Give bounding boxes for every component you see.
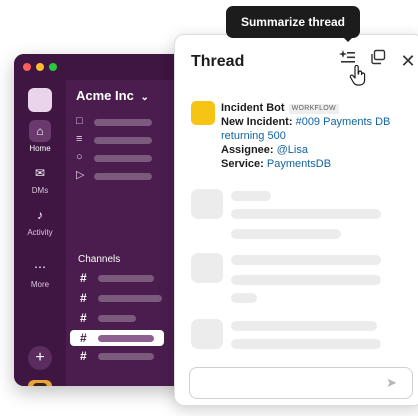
sidebar-item-placeholder (94, 155, 152, 162)
workspace-switcher[interactable]: Acme Inc ⌄ (76, 88, 149, 103)
message-sender[interactable]: Incident Bot (221, 102, 285, 114)
service-link[interactable]: PaymentsDB (267, 158, 331, 170)
rail-label-home: Home (29, 144, 51, 153)
sparkle-list-icon (339, 50, 355, 63)
reply-line-placeholder (231, 339, 381, 349)
reply-line-placeholder (231, 229, 341, 239)
channel-name-placeholder (98, 315, 136, 322)
rail-item-home[interactable]: ⌂ Home (14, 120, 66, 153)
reply-line-placeholder (231, 255, 381, 265)
close-window-dot[interactable] (23, 63, 31, 71)
workspace-icon[interactable] (28, 88, 52, 112)
rail-label-dms: DMs (31, 186, 49, 195)
service-label: Service: (221, 158, 264, 170)
reply-line-placeholder (231, 191, 271, 201)
sidebar-item-placeholder (94, 173, 152, 180)
channel-item[interactable]: # (70, 290, 164, 306)
reply-line-placeholder (231, 321, 377, 331)
channel-item[interactable]: # (70, 270, 164, 286)
bell-icon: ♪ (37, 208, 43, 222)
user-avatar[interactable] (28, 380, 52, 386)
popout-icon (371, 49, 386, 65)
thread-message: Incident Bot WORKFLOW New Incident: #009 … (221, 101, 417, 171)
add-button[interactable]: + (28, 346, 52, 370)
hand-cursor-icon (349, 65, 366, 86)
reply-avatar-placeholder (191, 319, 223, 349)
dm-icon: ✉ (34, 166, 46, 180)
channel-name-placeholder (98, 275, 154, 282)
rail-label-more: More (30, 280, 50, 289)
channel-name-placeholder (98, 295, 162, 302)
thread-panel: Thread ✕ Incident Bot WORKFLOW New Incide… (174, 34, 418, 406)
thread-title: Thread (191, 53, 245, 70)
chat-bubble-icon: ○ (76, 151, 83, 163)
hash-icon: # (80, 291, 87, 305)
rail-label-activity: Activity (27, 228, 53, 237)
home-icon: ⌂ (29, 120, 51, 142)
rail-item-more[interactable]: ⋯ More (14, 256, 66, 289)
threads-icon: □ (76, 115, 83, 127)
hash-icon: # (80, 311, 87, 325)
reply-line-placeholder (231, 293, 257, 303)
avatar-hair (33, 383, 47, 386)
channel-name-placeholder (98, 335, 154, 342)
chevron-down-icon: ⌄ (140, 92, 149, 103)
channel-item[interactable]: # (70, 348, 164, 364)
send-icon[interactable]: ➤ (386, 375, 400, 391)
reply-input[interactable]: ➤ (189, 367, 413, 399)
bot-avatar[interactable] (191, 101, 215, 125)
hash-icon: # (80, 349, 87, 363)
send-icon: ▷ (76, 169, 85, 181)
popout-button[interactable] (366, 49, 390, 73)
reply-avatar-placeholder (191, 189, 223, 219)
incident-label: New Incident: (221, 116, 293, 128)
sidebar-item-placeholder (94, 137, 152, 144)
hash-icon: # (80, 271, 87, 285)
reply-line-placeholder (231, 275, 381, 285)
reply-avatar-placeholder (191, 253, 223, 283)
minimize-window-dot[interactable] (36, 63, 44, 71)
close-icon[interactable]: ✕ (396, 49, 418, 73)
channel-item[interactable]: # (70, 310, 164, 326)
rail-item-dms[interactable]: ✉ DMs (14, 162, 66, 195)
workspace-name: Acme Inc (76, 88, 134, 103)
maximize-window-dot[interactable] (49, 63, 57, 71)
channel-name-placeholder (98, 353, 154, 360)
rail-item-activity[interactable]: ♪ Activity (14, 204, 66, 237)
summarize-tooltip: Summarize thread (226, 6, 360, 38)
channels-section-label[interactable]: Channels (78, 254, 120, 265)
list-icon: ≡ (76, 133, 83, 145)
workspace-rail: ⌂ Home ✉ DMs ♪ Activity ⋯ More + (14, 80, 66, 386)
more-icon: ⋯ (34, 260, 46, 274)
workflow-badge: WORKFLOW (288, 104, 339, 114)
reply-line-placeholder (231, 209, 381, 219)
channel-item-selected[interactable]: # (70, 330, 164, 346)
sidebar-item-placeholder (94, 119, 152, 126)
assignee-label: Assignee: (221, 144, 274, 156)
assignee-mention[interactable]: @Lisa (277, 144, 308, 156)
tooltip-arrow (342, 36, 354, 42)
hash-icon: # (80, 331, 87, 345)
